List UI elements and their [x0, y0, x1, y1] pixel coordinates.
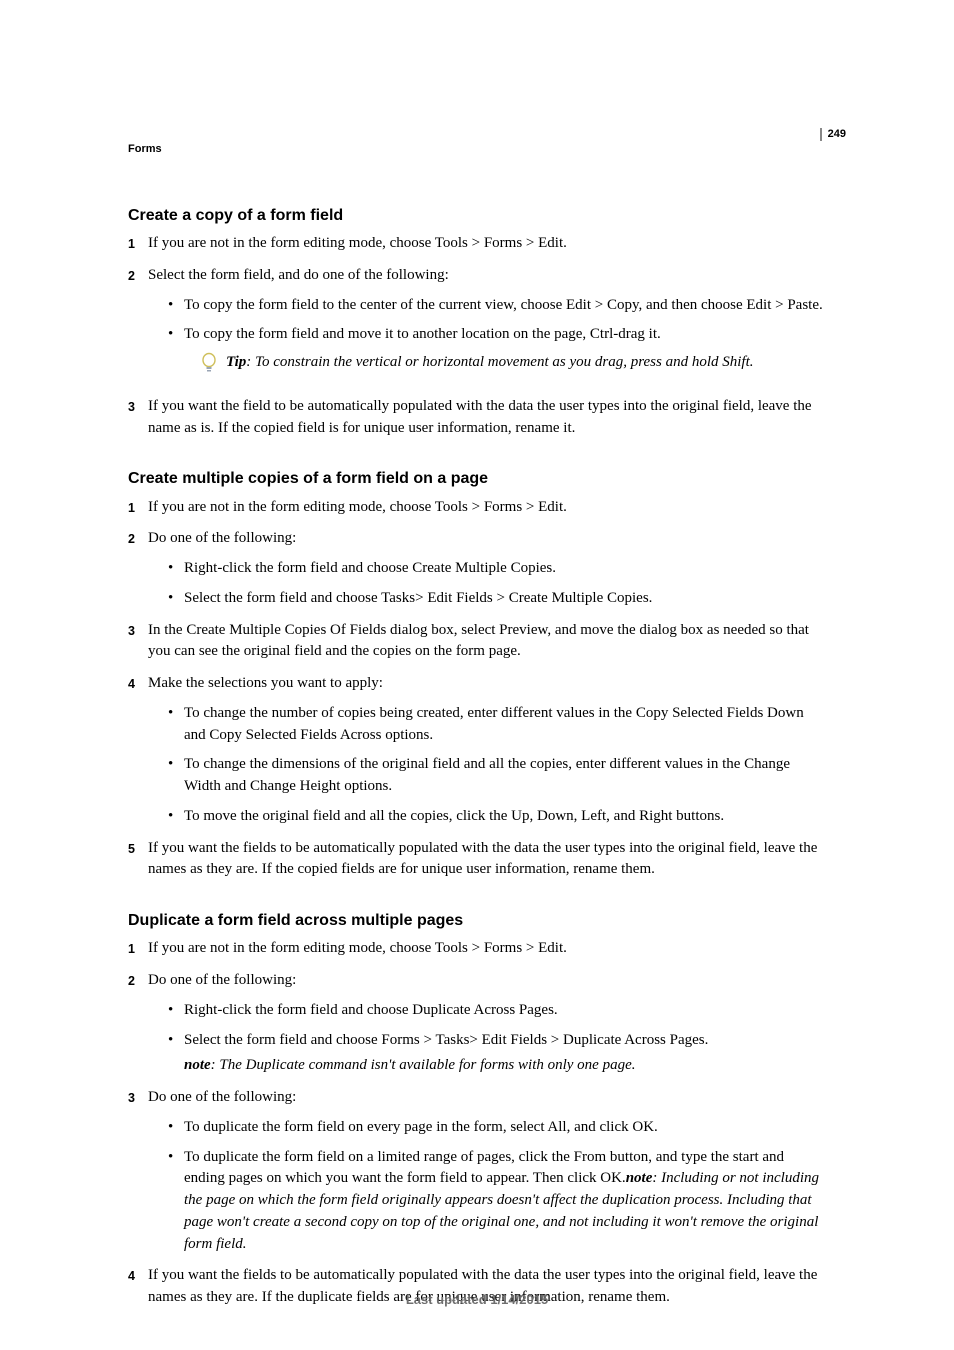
step-4: 4 Make the selections you want to apply:… — [128, 673, 826, 828]
step-text: Make the selections you want to apply: — [148, 675, 383, 691]
page-footer: Last updated 1/14/2015 — [0, 1291, 954, 1310]
section-heading: Duplicate a form field across multiple p… — [128, 909, 826, 932]
step-text: Do one of the following: — [148, 972, 296, 988]
bullet-item: To move the original field and all the c… — [168, 806, 826, 828]
step-number: 2 — [128, 528, 135, 552]
step-number: 4 — [128, 673, 135, 697]
step-number: 5 — [128, 838, 135, 862]
step-3: 3 In the Create Multiple Copies Of Field… — [128, 620, 826, 664]
step-3: 3 If you want the field to be automatica… — [128, 396, 826, 440]
bullet-item: Right-click the form field and choose Cr… — [168, 558, 826, 580]
section-multiple-copies: Create multiple copies of a form field o… — [128, 467, 826, 881]
section-heading: Create a copy of a form field — [128, 204, 826, 227]
step-3: 3 Do one of the following: To duplicate … — [128, 1087, 826, 1255]
step-2: 2 Do one of the following: Right-click t… — [128, 970, 826, 1077]
step-text: If you want the fields to be automatical… — [148, 840, 817, 878]
step-number: 1 — [128, 233, 135, 257]
step-text: If you are not in the form editing mode,… — [148, 499, 567, 515]
step-5: 5 If you want the fields to be automatic… — [128, 838, 826, 882]
bullet-item: To duplicate the form field on a limited… — [168, 1147, 826, 1256]
note-block: note: The Duplicate command isn't availa… — [184, 1055, 826, 1077]
chapter-title: Forms — [128, 142, 826, 158]
note-label: note — [184, 1057, 211, 1073]
bullet-item: To copy the form field and move it to an… — [168, 324, 826, 374]
step-1: 1 If you are not in the form editing mod… — [128, 938, 826, 960]
tip-block: Tip: To constrain the vertical or horizo… — [200, 352, 826, 374]
bullet-item: Select the form field and choose Forms >… — [168, 1030, 826, 1078]
step-text: Do one of the following: — [148, 1089, 296, 1105]
step-number: 3 — [128, 396, 135, 420]
step-number: 1 — [128, 938, 135, 962]
bullet-item: To change the number of copies being cre… — [168, 703, 826, 747]
step-number: 2 — [128, 970, 135, 994]
step-text: If you want the field to be automaticall… — [148, 398, 812, 436]
step-number: 3 — [128, 1087, 135, 1111]
step-text: In the Create Multiple Copies Of Fields … — [148, 622, 809, 660]
page-number: 249 — [820, 128, 846, 141]
note-label: note — [626, 1170, 653, 1186]
bullet-text: To copy the form field and move it to an… — [184, 326, 661, 342]
section-heading: Create multiple copies of a form field o… — [128, 467, 826, 490]
step-2: 2 Select the form field, and do one of t… — [128, 265, 826, 374]
step-number: 4 — [128, 1265, 135, 1289]
section-duplicate-across-pages: Duplicate a form field across multiple p… — [128, 909, 826, 1309]
step-number: 3 — [128, 620, 135, 644]
bullet-item: To copy the form field to the center of … — [168, 295, 826, 317]
step-1: 1 If you are not in the form editing mod… — [128, 233, 826, 255]
step-2: 2 Do one of the following: Right-click t… — [128, 528, 826, 609]
lightbulb-icon — [200, 352, 218, 382]
step-text: If you are not in the form editing mode,… — [148, 235, 567, 251]
bullet-item: To change the dimensions of the original… — [168, 754, 826, 798]
bullet-text: Select the form field and choose Forms >… — [184, 1032, 708, 1048]
step-1: 1 If you are not in the form editing mod… — [128, 497, 826, 519]
step-text: If you are not in the form editing mode,… — [148, 940, 567, 956]
page: 249 Forms Create a copy of a form field … — [0, 0, 954, 1350]
step-text: Do one of the following: — [148, 530, 296, 546]
note-text: : The Duplicate command isn't available … — [211, 1057, 636, 1073]
bullet-item: Right-click the form field and choose Du… — [168, 1000, 826, 1022]
step-number: 2 — [128, 265, 135, 289]
tip-label: Tip — [226, 354, 246, 370]
bullet-item: To duplicate the form field on every pag… — [168, 1117, 826, 1139]
tip-text: : To constrain the vertical or horizonta… — [246, 354, 753, 370]
step-number: 1 — [128, 497, 135, 521]
step-text: Select the form field, and do one of the… — [148, 267, 449, 283]
section-copy-form-field: Create a copy of a form field 1 If you a… — [128, 204, 826, 439]
bullet-item: Select the form field and choose Tasks> … — [168, 588, 826, 610]
